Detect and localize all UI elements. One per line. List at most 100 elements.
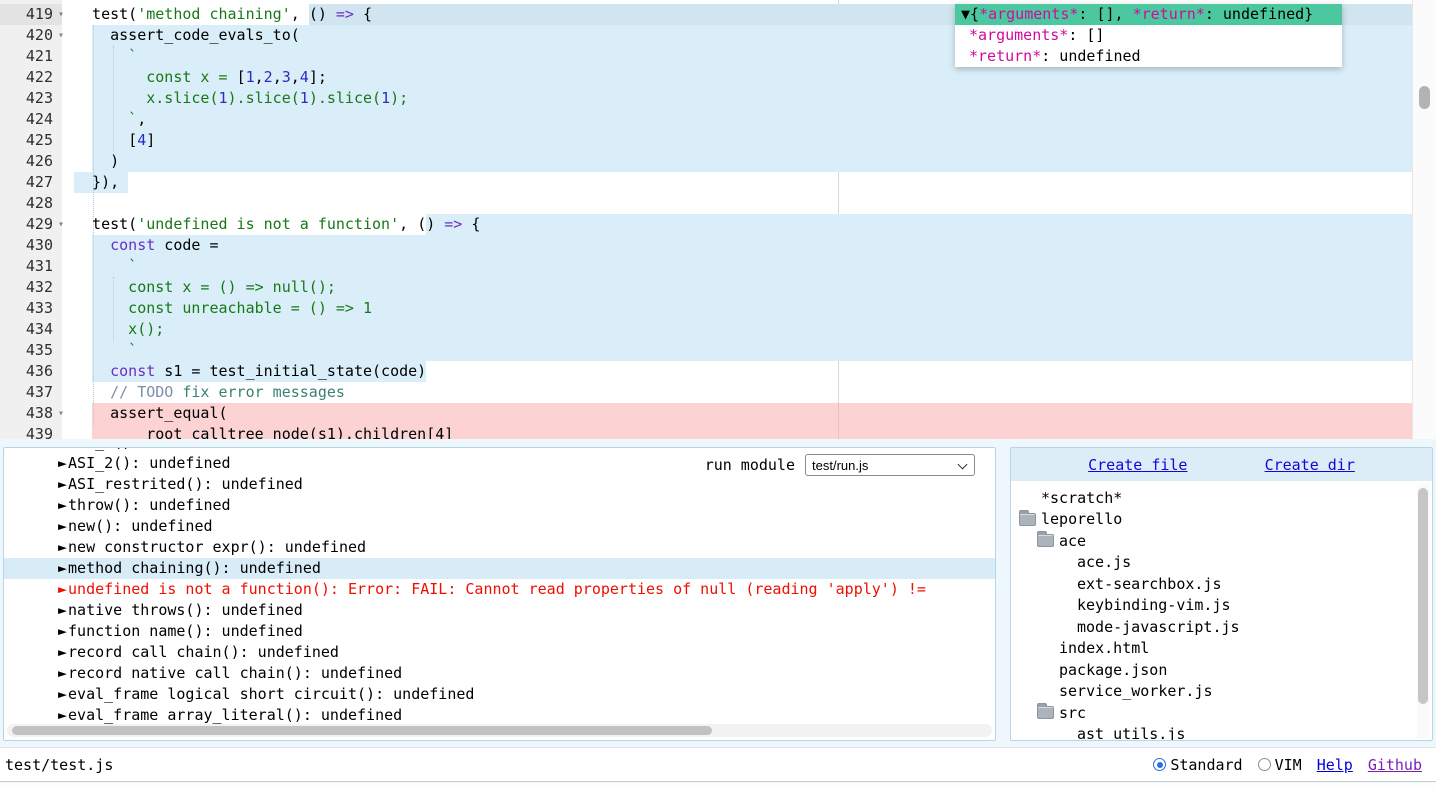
tree-dir-row[interactable]: leporello bbox=[1011, 509, 1432, 531]
tooltip-property-row[interactable]: *return*: undefined bbox=[955, 46, 1342, 67]
gutter-line-number[interactable]: 426 bbox=[0, 151, 62, 172]
gutter-line-number[interactable]: 421 bbox=[0, 46, 62, 67]
gutter-line-number[interactable]: 420▾ bbox=[0, 25, 62, 46]
github-link[interactable]: Github bbox=[1368, 756, 1422, 774]
gutter-line-number[interactable]: 431 bbox=[0, 256, 62, 277]
gutter-line-number[interactable]: 428 bbox=[0, 193, 62, 214]
code-line[interactable]: ` bbox=[62, 340, 1412, 361]
play-triangle-icon[interactable]: ► bbox=[58, 580, 67, 598]
play-triangle-icon[interactable]: ► bbox=[58, 601, 67, 619]
gutter-line-number[interactable]: 425 bbox=[0, 130, 62, 151]
console-entry[interactable]: ►record call chain(): undefined bbox=[4, 642, 995, 663]
code-line[interactable]: assert_equal( bbox=[62, 403, 1412, 424]
code-line[interactable]: x.slice(1).slice(1).slice(1); bbox=[62, 88, 1412, 109]
code-line[interactable]: ) bbox=[62, 151, 1412, 172]
gutter-line-number[interactable]: 439 bbox=[0, 424, 62, 439]
tree-file-row[interactable]: index.html bbox=[1011, 638, 1432, 660]
code-line[interactable] bbox=[62, 193, 1412, 214]
gutter-line-number[interactable]: 429▾ bbox=[0, 214, 62, 235]
gutter-line-number[interactable]: 433 bbox=[0, 298, 62, 319]
gutter-line-number[interactable]: 419▾ bbox=[0, 4, 62, 25]
gutter-line-number[interactable]: 422 bbox=[0, 67, 62, 88]
gutter-line-number[interactable]: 430 bbox=[0, 235, 62, 256]
console-entry[interactable]: ►undefined is not a function(): Error: F… bbox=[4, 579, 995, 600]
radio-button-icon[interactable] bbox=[1153, 758, 1166, 771]
code-line[interactable]: const s1 = test_initial_state(code) bbox=[62, 361, 1412, 382]
gutter-line-number[interactable]: 436 bbox=[0, 361, 62, 382]
code-line[interactable]: x(); bbox=[62, 319, 1412, 340]
tree-file-row[interactable]: keybinding-vim.js bbox=[1011, 595, 1432, 617]
console-entry[interactable]: ►native throws(): undefined bbox=[4, 600, 995, 621]
console-entry[interactable]: ►record native call chain(): undefined bbox=[4, 663, 995, 684]
tooltip-summary-row[interactable]: ▼{*arguments*: [], *return*: undefined} bbox=[955, 4, 1342, 25]
console-entry[interactable]: ►throw(): undefined bbox=[4, 495, 995, 516]
tree-file-row[interactable]: mode-javascript.js bbox=[1011, 616, 1432, 638]
tree-file-row[interactable]: service_worker.js bbox=[1011, 681, 1432, 703]
console-entry[interactable]: ►eval_frame logical short circuit(): und… bbox=[4, 684, 995, 705]
play-triangle-icon[interactable]: ► bbox=[58, 685, 67, 703]
gutter-line-number[interactable]: 424 bbox=[0, 109, 62, 130]
code-line[interactable]: const x = () => null(); bbox=[62, 277, 1412, 298]
play-triangle-icon[interactable]: ► bbox=[58, 622, 67, 640]
fold-arrow-icon[interactable]: ▾ bbox=[54, 214, 64, 235]
scrollbar-thumb[interactable] bbox=[1418, 488, 1428, 704]
tree-file-row[interactable]: ace.js bbox=[1011, 552, 1432, 574]
play-triangle-icon[interactable]: ► bbox=[58, 706, 67, 724]
code-line[interactable]: [4] bbox=[62, 130, 1412, 151]
code-line[interactable]: `, bbox=[62, 109, 1412, 130]
fold-arrow-icon[interactable]: ▾ bbox=[54, 4, 64, 25]
console-entry[interactable]: ►ASI_1(): undefined bbox=[4, 448, 995, 453]
console-entry[interactable]: ►eval_frame array_literal(): undefined bbox=[4, 705, 995, 726]
console-entry[interactable]: ►function name(): undefined bbox=[4, 621, 995, 642]
tree-dir-row[interactable]: src bbox=[1011, 702, 1432, 724]
create-file-button[interactable]: Create file bbox=[1088, 456, 1187, 474]
radio-button-icon[interactable] bbox=[1258, 758, 1271, 771]
tree-file-row[interactable]: *scratch* bbox=[1011, 487, 1432, 509]
console-horizontal-scrollbar[interactable] bbox=[7, 724, 992, 737]
tree-file-row[interactable]: ast_utils.js bbox=[1011, 724, 1432, 741]
editor-vertical-scrollbar[interactable] bbox=[1412, 0, 1436, 439]
play-triangle-icon[interactable]: ► bbox=[58, 559, 67, 577]
gutter-line-number[interactable]: 434 bbox=[0, 319, 62, 340]
gutter-line-number[interactable]: 432 bbox=[0, 277, 62, 298]
play-triangle-icon[interactable]: ► bbox=[58, 664, 67, 682]
gutter-line-number[interactable]: 423 bbox=[0, 88, 62, 109]
gutter-line-number[interactable]: 427 bbox=[0, 172, 62, 193]
gutter-line-number[interactable]: 438▾ bbox=[0, 403, 62, 424]
scrollbar-thumb[interactable] bbox=[12, 726, 712, 735]
play-triangle-icon[interactable]: ► bbox=[58, 643, 67, 661]
code-line[interactable]: root_calltree_node(s1).children[4] bbox=[62, 424, 1412, 439]
tree-file-row[interactable]: package.json bbox=[1011, 659, 1432, 681]
run-module-select[interactable]: test/run.js bbox=[805, 454, 975, 476]
scrollbar-thumb[interactable] bbox=[1419, 86, 1430, 109]
play-triangle-icon[interactable]: ► bbox=[58, 496, 67, 514]
help-link[interactable]: Help bbox=[1317, 756, 1353, 774]
play-triangle-icon[interactable]: ► bbox=[58, 517, 67, 535]
play-triangle-icon[interactable]: ► bbox=[58, 475, 67, 493]
gutter-line-number[interactable]: 435 bbox=[0, 340, 62, 361]
fold-arrow-icon[interactable]: ▾ bbox=[54, 25, 64, 46]
tree-file-row[interactable]: ext-searchbox.js bbox=[1011, 573, 1432, 595]
code-line[interactable]: const unreachable = () => 1 bbox=[62, 298, 1412, 319]
code-line[interactable]: const code = bbox=[62, 235, 1412, 256]
fold-arrow-icon[interactable]: ▾ bbox=[54, 403, 64, 424]
code-line[interactable]: test('undefined is not a function', () =… bbox=[62, 214, 1412, 235]
tooltip-property-row[interactable]: *arguments*: [] bbox=[955, 25, 1342, 46]
play-triangle-icon[interactable]: ► bbox=[58, 448, 67, 451]
keybinding-standard-option[interactable]: Standard bbox=[1153, 756, 1242, 774]
play-triangle-icon[interactable]: ► bbox=[58, 454, 67, 472]
gutter-line-number[interactable]: 437 bbox=[0, 382, 62, 403]
file-tree-scrollbar[interactable] bbox=[1417, 484, 1430, 738]
code-line[interactable]: const x = [1,2,3,4]; bbox=[62, 67, 1412, 88]
console-entry[interactable]: ►ASI_restrited(): undefined bbox=[4, 474, 995, 495]
play-triangle-icon[interactable]: ► bbox=[58, 538, 67, 556]
console-entry[interactable]: ►new constructor expr(): undefined bbox=[4, 537, 995, 558]
code-line[interactable]: ` bbox=[62, 256, 1412, 277]
console-entry[interactable]: ►new(): undefined bbox=[4, 516, 995, 537]
console-entry[interactable]: ►method chaining(): undefined bbox=[4, 558, 995, 579]
keybinding-vim-option[interactable]: VIM bbox=[1258, 756, 1302, 774]
code-line[interactable]: // TODO fix error messages bbox=[62, 382, 1412, 403]
tree-dir-row[interactable]: ace bbox=[1011, 530, 1432, 552]
code-line[interactable]: }), bbox=[62, 172, 1412, 193]
create-dir-button[interactable]: Create dir bbox=[1265, 456, 1355, 474]
